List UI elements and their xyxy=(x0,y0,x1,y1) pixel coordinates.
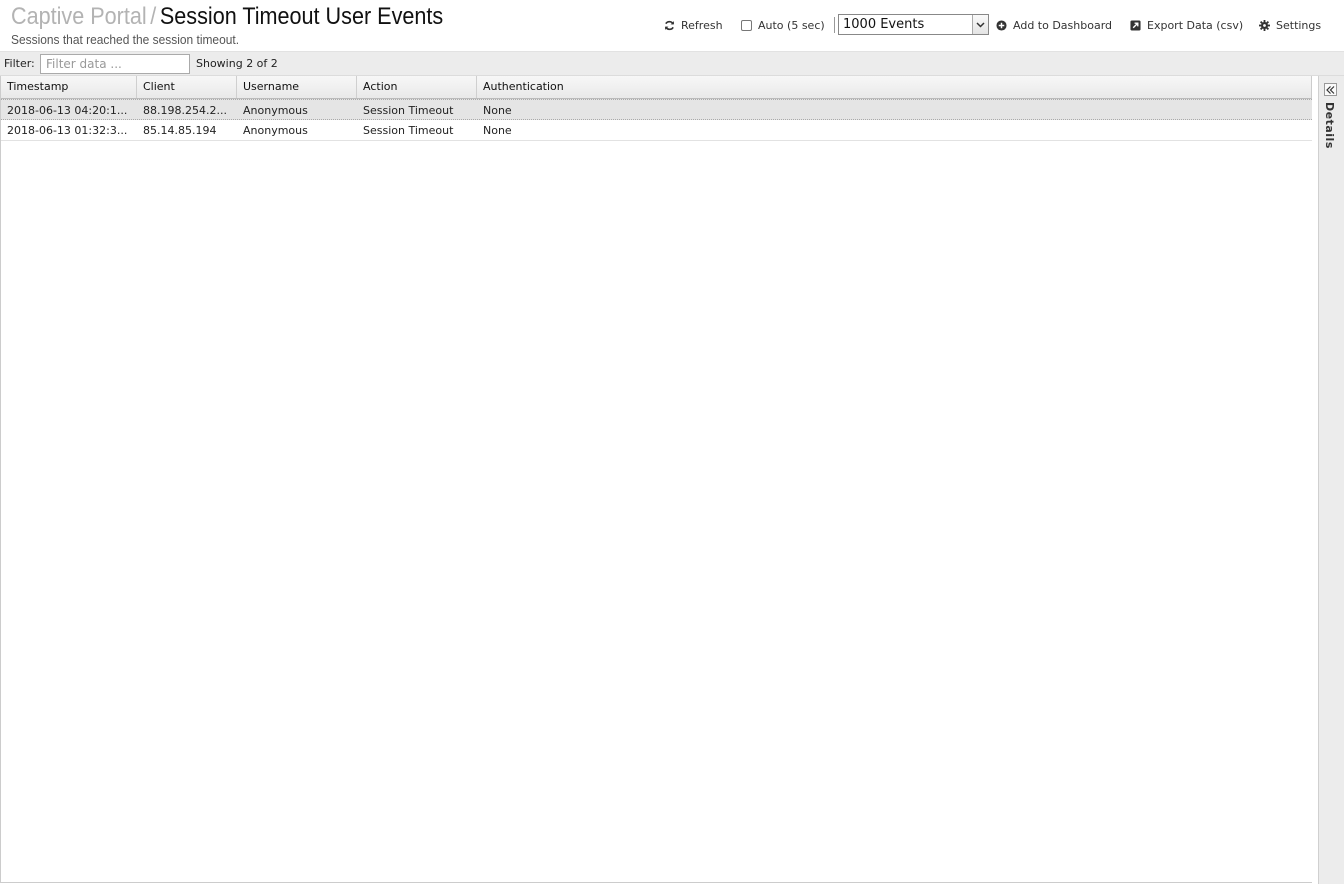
column-header-username[interactable]: Username xyxy=(237,76,357,98)
auto-refresh-toggle[interactable]: Auto (5 sec) xyxy=(741,15,825,35)
auto-refresh-label: Auto (5 sec) xyxy=(758,18,825,32)
cell-username: Anonymous xyxy=(243,124,308,137)
breadcrumb-separator: / xyxy=(150,3,157,30)
add-to-dashboard-button[interactable]: Add to Dashboard xyxy=(996,15,1112,35)
table-row[interactable]: 2018-06-13 01:32:3... 85.14.85.194 Anony… xyxy=(1,120,1312,141)
cell-authentication: None xyxy=(483,104,512,117)
chevron-down-icon[interactable] xyxy=(972,15,988,34)
settings-label: Settings xyxy=(1276,18,1322,32)
column-header-timestamp[interactable]: Timestamp xyxy=(1,76,137,98)
filter-label: Filter: xyxy=(4,57,35,70)
toolbar-divider xyxy=(834,17,835,33)
details-label[interactable]: Details xyxy=(1323,102,1336,149)
plus-circle-icon xyxy=(996,19,1007,31)
grid-header: Timestamp Client Username Action Authent… xyxy=(1,76,1312,99)
events-grid: Timestamp Client Username Action Authent… xyxy=(0,76,1312,883)
cell-timestamp: 2018-06-13 04:20:1... xyxy=(7,104,128,117)
filter-bar: Filter: Showing 2 of 2 xyxy=(0,52,1344,76)
page-title-line: Captive Portal / Session Timeout User Even… xyxy=(11,3,443,31)
details-panel: Details xyxy=(1318,76,1344,884)
auto-refresh-checkbox[interactable] xyxy=(741,19,752,31)
cell-authentication: None xyxy=(483,124,512,137)
settings-button[interactable]: Settings xyxy=(1259,15,1321,35)
cell-action: Session Timeout xyxy=(363,124,454,137)
filter-input[interactable] xyxy=(40,54,190,74)
result-count: Showing 2 of 2 xyxy=(196,57,278,70)
double-chevron-left-icon xyxy=(1326,85,1335,94)
add-to-dashboard-label: Add to Dashboard xyxy=(1013,18,1113,32)
page-title: Session Timeout User Events xyxy=(159,3,444,30)
page-header: Captive Portal / Session Timeout User Even… xyxy=(0,0,1344,52)
column-header-client[interactable]: Client xyxy=(137,76,237,98)
page-subtitle: Sessions that reached the session timeou… xyxy=(11,32,240,47)
cell-action: Session Timeout xyxy=(363,104,454,117)
column-header-action[interactable]: Action xyxy=(357,76,477,98)
column-header-authentication[interactable]: Authentication xyxy=(477,76,1312,98)
cell-username: Anonymous xyxy=(243,104,308,117)
refresh-button[interactable]: Refresh xyxy=(664,15,723,35)
cell-timestamp: 2018-06-13 01:32:3... xyxy=(7,124,128,137)
cell-client: 88.198.254.2... xyxy=(143,104,227,117)
breadcrumb[interactable]: Captive Portal xyxy=(11,3,147,30)
export-icon xyxy=(1130,19,1141,31)
events-limit-select[interactable]: 1000 Events xyxy=(838,14,989,35)
expand-details-button[interactable] xyxy=(1324,83,1337,96)
table-row[interactable]: 2018-06-13 04:20:1... 88.198.254.2... An… xyxy=(1,99,1312,120)
refresh-label: Refresh xyxy=(681,18,723,32)
cell-client: 85.14.85.194 xyxy=(143,124,217,137)
export-csv-button[interactable]: Export Data (csv) xyxy=(1130,15,1243,35)
refresh-icon xyxy=(665,20,674,30)
events-limit-value: 1000 Events xyxy=(843,17,925,32)
export-csv-label: Export Data (csv) xyxy=(1147,18,1244,32)
gear-icon xyxy=(1259,19,1270,31)
